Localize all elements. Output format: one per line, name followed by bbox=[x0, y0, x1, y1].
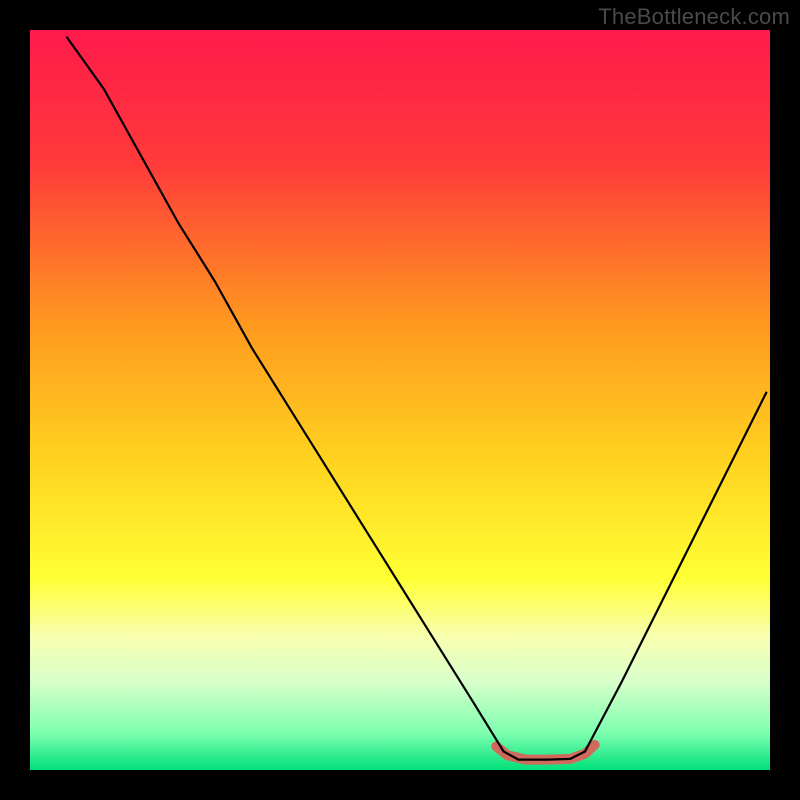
chart-stage: TheBottleneck.com bbox=[0, 0, 800, 800]
bottleneck-chart bbox=[0, 0, 800, 800]
watermark-text: TheBottleneck.com bbox=[598, 4, 790, 30]
plot-background bbox=[30, 30, 770, 770]
